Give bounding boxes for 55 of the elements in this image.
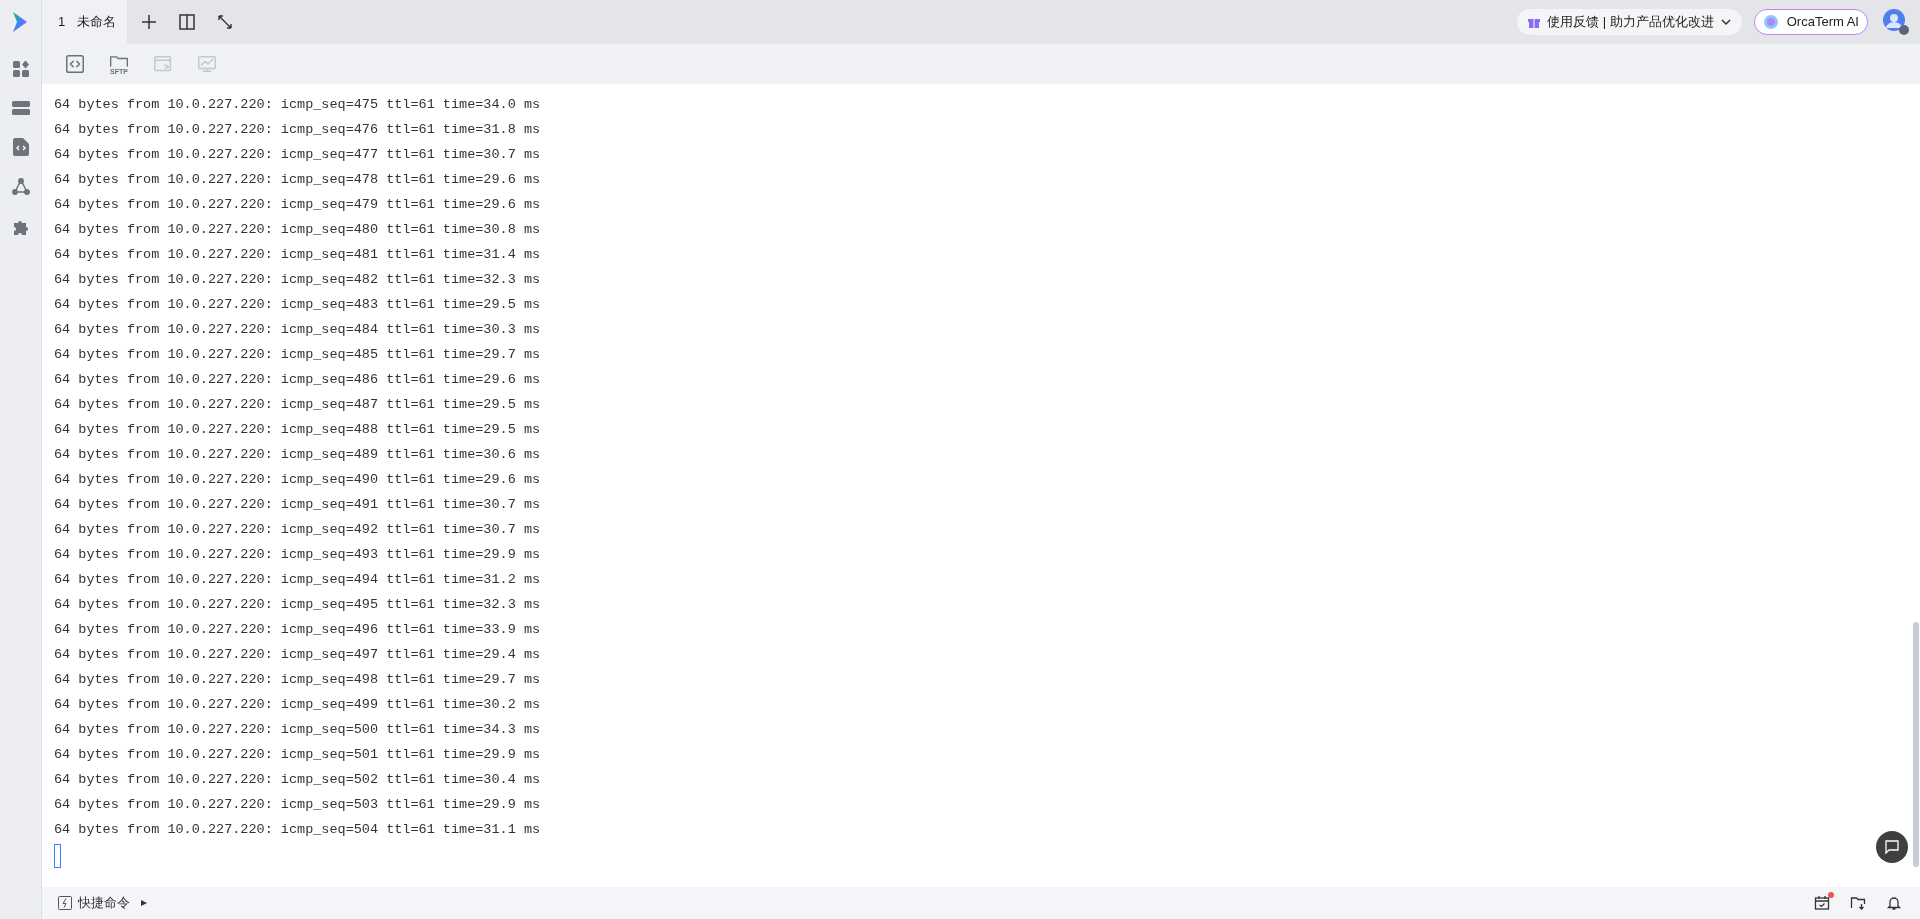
tab-number: 1 [58,13,66,32]
terminal-tab[interactable]: 1 未命名 [42,0,127,44]
ai-orb-icon [1762,14,1779,30]
folder-download-icon[interactable] [1850,895,1866,911]
terminal-line: 64 bytes from 10.0.227.220: icmp_seq=483 ttl=61 time=29.5 ms [54,296,541,314]
play-icon[interactable] [140,899,148,907]
terminal-line: 64 bytes from 10.0.227.220: icmp_seq=476 ttl=61 time=31.8 ms [54,121,541,139]
terminal-line: 64 bytes from 10.0.227.220: icmp_seq=492 ttl=61 time=30.7 ms [54,521,541,539]
terminal-cursor [54,844,61,868]
network-icon[interactable] [11,178,30,196]
quick-commands-label[interactable]: 快捷命令 [78,893,130,913]
feedback-button[interactable]: 使用反馈 | 助力产品优化改进 [1517,9,1742,35]
terminal-line: 64 bytes from 10.0.227.220: icmp_seq=484 ttl=61 time=30.3 ms [54,321,541,339]
terminal-line: 64 bytes from 10.0.227.220: icmp_seq=491 ttl=61 time=30.7 ms [54,496,541,514]
server-icon[interactable] [11,100,30,116]
expand-icon[interactable] [217,14,233,30]
terminal-line: 64 bytes from 10.0.227.220: icmp_seq=477 ttl=61 time=30.7 ms [54,146,541,164]
terminal-line: 64 bytes from 10.0.227.220: icmp_seq=499 ttl=61 time=30.2 ms [54,696,541,714]
terminal-line: 64 bytes from 10.0.227.220: icmp_seq=494 ttl=61 time=31.2 ms [54,571,541,589]
terminal-line: 64 bytes from 10.0.227.220: icmp_seq=481 ttl=61 time=31.4 ms [54,246,541,264]
terminal-line: 64 bytes from 10.0.227.220: icmp_seq=478 ttl=61 time=29.6 ms [54,171,541,189]
terminal-line: 64 bytes from 10.0.227.220: icmp_seq=497 ttl=61 time=29.4 ms [54,646,541,664]
terminal-line: 64 bytes from 10.0.227.220: icmp_seq=480 ttl=61 time=30.8 ms [54,221,541,239]
code-file-icon[interactable] [12,138,29,156]
terminal-line: 64 bytes from 10.0.227.220: icmp_seq=502 ttl=61 time=30.4 ms [54,771,541,789]
calendar-icon[interactable] [1814,895,1830,911]
terminal-line: 64 bytes from 10.0.227.220: icmp_seq=475 ttl=61 time=34.0 ms [54,96,541,114]
bell-icon[interactable] [1886,895,1902,911]
lightning-icon [58,896,72,910]
terminal-line: 64 bytes from 10.0.227.220: icmp_seq=493 ttl=61 time=29.9 ms [54,546,541,564]
puzzle-icon[interactable] [11,218,30,236]
terminal-line: 64 bytes from 10.0.227.220: icmp_seq=487 ttl=61 time=29.5 ms [54,396,541,414]
terminal-line: 64 bytes from 10.0.227.220: icmp_seq=503 ttl=61 time=29.9 ms [54,796,541,814]
terminal-line: 64 bytes from 10.0.227.220: icmp_seq=485 ttl=61 time=29.7 ms [54,346,541,364]
terminal-line: 64 bytes from 10.0.227.220: icmp_seq=500 ttl=61 time=34.3 ms [54,721,541,739]
terminal-line: 64 bytes from 10.0.227.220: icmp_seq=488 ttl=61 time=29.5 ms [54,421,541,439]
chevron-down-icon [1719,16,1732,28]
terminal-line: 64 bytes from 10.0.227.220: icmp_seq=482 ttl=61 time=32.3 ms [54,271,541,289]
terminal-line: 64 bytes from 10.0.227.220: icmp_seq=504 ttl=61 time=31.1 ms [54,821,541,839]
avatar[interactable] [1882,8,1910,36]
terminal-line: 64 bytes from 10.0.227.220: icmp_seq=479 ttl=61 time=29.6 ms [54,196,541,214]
terminal-line: 64 bytes from 10.0.227.220: icmp_seq=495 ttl=61 time=32.3 ms [54,596,541,614]
terminal-line: 64 bytes from 10.0.227.220: icmp_seq=498 ttl=61 time=29.7 ms [54,671,541,689]
terminal-line: 64 bytes from 10.0.227.220: icmp_seq=490 ttl=61 time=29.6 ms [54,471,541,489]
terminal-line: 64 bytes from 10.0.227.220: icmp_seq=501 ttl=61 time=29.9 ms [54,746,541,764]
split-view-icon[interactable] [179,14,195,30]
plus-icon[interactable] [141,14,157,30]
chat-button[interactable] [1876,831,1908,863]
chat-icon [1884,839,1900,855]
terminal-line: 64 bytes from 10.0.227.220: icmp_seq=486 ttl=61 time=29.6 ms [54,371,541,389]
terminal-line: 64 bytes from 10.0.227.220: icmp_seq=489 ttl=61 time=30.6 ms [54,446,541,464]
apps-icon[interactable] [11,60,30,78]
ai-assistant-button[interactable]: OrcaTerm AI [1753,9,1868,35]
terminal-line: 64 bytes from 10.0.227.220: icmp_seq=496 ttl=61 time=33.9 ms [54,621,541,639]
tab-title: 未命名 [77,13,117,32]
